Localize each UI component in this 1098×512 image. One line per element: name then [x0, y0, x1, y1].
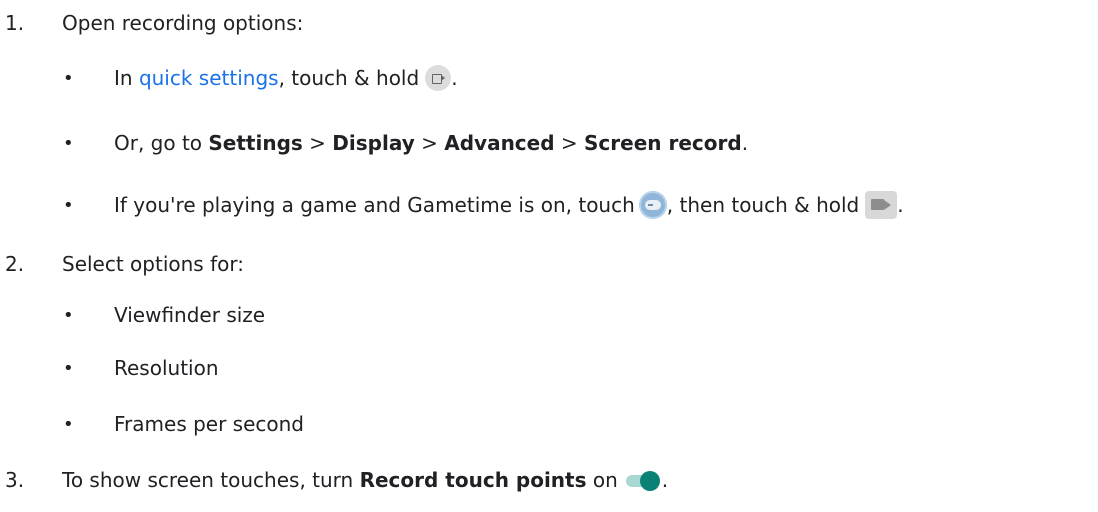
step-number: 2. — [5, 252, 25, 276]
record-touch-points-label: Record touch points — [359, 468, 587, 492]
bullet-text: If you're playing a game and Gametime is… — [114, 193, 635, 217]
list-item: • Viewfinder size — [0, 300, 1098, 330]
path-advanced: Advanced — [444, 131, 555, 155]
path-screen-record: Screen record — [584, 131, 742, 155]
step-2: 2. Select options for: — [0, 249, 1098, 279]
step-1: 1. Open recording options: — [0, 8, 1098, 38]
bullet: • — [63, 132, 74, 154]
path-display: Display — [332, 131, 415, 155]
list-item: • Resolution — [0, 353, 1098, 383]
step-3: 3. To show screen touches, turn Record t… — [0, 465, 1098, 495]
bullet: • — [63, 357, 74, 379]
list-item: • Frames per second — [0, 409, 1098, 439]
bullet-text: . — [451, 66, 458, 90]
gametime-icon — [638, 191, 667, 219]
bullet: • — [63, 304, 74, 326]
step-text: on — [586, 468, 618, 492]
video-camera-icon — [865, 191, 898, 219]
screen-record-icon — [425, 65, 452, 91]
step-text: To show screen touches, turn — [62, 468, 360, 492]
bullet: • — [63, 67, 74, 89]
list-item: • If you're playing a game and Gametime … — [0, 190, 1098, 220]
option-viewfinder-size: Viewfinder size — [114, 303, 266, 327]
bullet-text: , touch & hold — [278, 66, 420, 90]
step-number: 1. — [5, 11, 25, 35]
quick-settings-link[interactable]: quick settings — [139, 66, 279, 90]
bullet-text: In — [114, 66, 139, 90]
option-frames-per-second: Frames per second — [114, 412, 304, 436]
list-item: • In quick settings , touch & hold . — [0, 63, 1098, 93]
step-text: Select options for: — [62, 252, 244, 276]
period: . — [661, 468, 669, 492]
path-settings: Settings — [208, 131, 303, 155]
settings-path: Or, go to Settings > Display > Advanced … — [114, 131, 749, 155]
bullet: • — [63, 413, 74, 435]
option-resolution: Resolution — [114, 356, 219, 380]
bullet: • — [63, 194, 74, 216]
bullet-text: . — [897, 193, 904, 217]
step-text: Open recording options: — [62, 11, 304, 35]
step-number: 3. — [5, 468, 25, 492]
toggle-on-icon — [625, 469, 662, 491]
bullet-text: , then touch & hold — [666, 193, 860, 217]
list-item: • Or, go to Settings > Display > Advance… — [0, 128, 1098, 158]
